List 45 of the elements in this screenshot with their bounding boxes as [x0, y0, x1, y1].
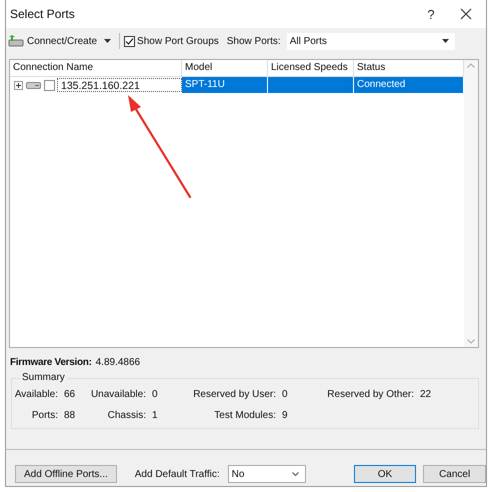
device-icon	[26, 82, 41, 88]
stat-label: Reserved by User:	[192, 389, 277, 400]
stat-label: Test Modules:	[213, 410, 277, 421]
ok-button[interactable]: OK	[354, 465, 416, 483]
scroll-down-icon[interactable]	[467, 339, 475, 344]
stat-label: Ports:	[30, 410, 59, 421]
stat-value: 1	[152, 410, 159, 421]
window-title: Select Ports	[10, 7, 76, 21]
stat-value: 0	[152, 389, 159, 400]
dropdown[interactable]: All Ports	[286, 32, 455, 50]
scrollbar[interactable]	[464, 60, 478, 347]
scroll-up-icon[interactable]	[467, 63, 475, 68]
table-cell[interactable]: SPT-11U	[182, 77, 268, 93]
group-title: Summary	[20, 372, 67, 383]
field-label: Show Ports:	[226, 36, 281, 46]
stat-label: Chassis:	[106, 410, 147, 421]
table-cell[interactable]: Connected	[354, 77, 464, 93]
stat-value: 0	[282, 389, 289, 400]
checkbox[interactable]	[124, 36, 136, 46]
caret-icon[interactable]	[104, 39, 112, 43]
stat-label: Unavailable:	[90, 389, 147, 400]
caret-icon	[442, 39, 449, 43]
column-header[interactable]: Connection Name	[10, 60, 182, 77]
checkbox-label: Show Port Groups	[137, 36, 219, 46]
expand-icon[interactable]	[14, 80, 23, 90]
stat-label: Available:	[14, 389, 59, 400]
field-label: Add Default Traffic:	[134, 468, 220, 480]
connect-icon[interactable]	[6, 35, 24, 47]
connect-create-button[interactable]: Connect/Create	[26, 34, 98, 48]
stat-value: 9	[282, 410, 289, 421]
add-offline-ports-button[interactable]: Add Offline Ports...	[15, 465, 117, 483]
firmware-label: Firmware Version:	[10, 357, 92, 368]
help-button[interactable]: ?	[420, 6, 442, 22]
chevron-down-icon	[292, 472, 299, 476]
close-icon[interactable]	[460, 8, 472, 20]
firmware-version: 4.89.4866	[96, 357, 140, 368]
cancel-button[interactable]: Cancel	[423, 465, 486, 483]
stat-value: 22	[420, 389, 432, 400]
dropdown[interactable]: No	[228, 465, 306, 483]
table-cell[interactable]	[268, 77, 354, 93]
stat-label: Reserved by Other:	[326, 389, 415, 400]
stat-value: 66	[64, 389, 76, 400]
table-cell[interactable]: 135.251.160.221	[57, 78, 182, 92]
checkbox[interactable]	[44, 80, 55, 90]
stat-value: 88	[64, 410, 76, 421]
